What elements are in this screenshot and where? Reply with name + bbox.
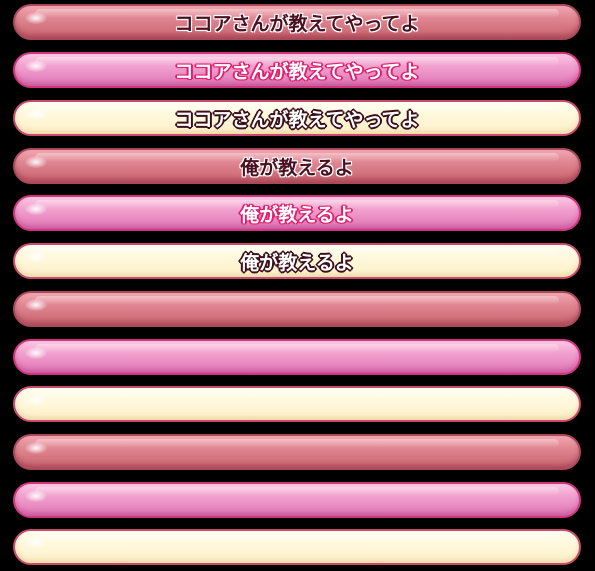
choice-button-9[interactable]	[13, 386, 581, 422]
choice-button-12[interactable]	[13, 529, 581, 565]
choice-button-11[interactable]	[13, 482, 581, 518]
choice-button-2[interactable]: ココアさんが教えてやってよ	[13, 52, 581, 88]
choice-button-6[interactable]: 俺が教えるよ	[13, 243, 581, 279]
choice-label-3: ココアさんが教えてやってよ	[174, 108, 420, 131]
choice-button-sheet: ココアさんが教えてやってよ ココアさんが教えてやってよ ココアさんが教えてやって…	[0, 0, 595, 571]
choice-button-1[interactable]: ココアさんが教えてやってよ	[13, 4, 581, 40]
choice-label-2: ココアさんが教えてやってよ	[174, 60, 420, 83]
choice-button-8[interactable]	[13, 339, 581, 375]
choice-label-5: 俺が教えるよ	[240, 203, 354, 226]
choice-button-5[interactable]: 俺が教えるよ	[13, 195, 581, 231]
choice-button-10[interactable]	[13, 434, 581, 470]
choice-button-3[interactable]: ココアさんが教えてやってよ	[13, 100, 581, 136]
choice-label-6: 俺が教えるよ	[240, 251, 354, 274]
choice-button-4[interactable]: 俺が教えるよ	[13, 148, 581, 184]
choice-button-7[interactable]	[13, 291, 581, 327]
choice-label-1: ココアさんが教えてやってよ	[174, 12, 420, 35]
choice-label-4: 俺が教えるよ	[240, 156, 354, 179]
